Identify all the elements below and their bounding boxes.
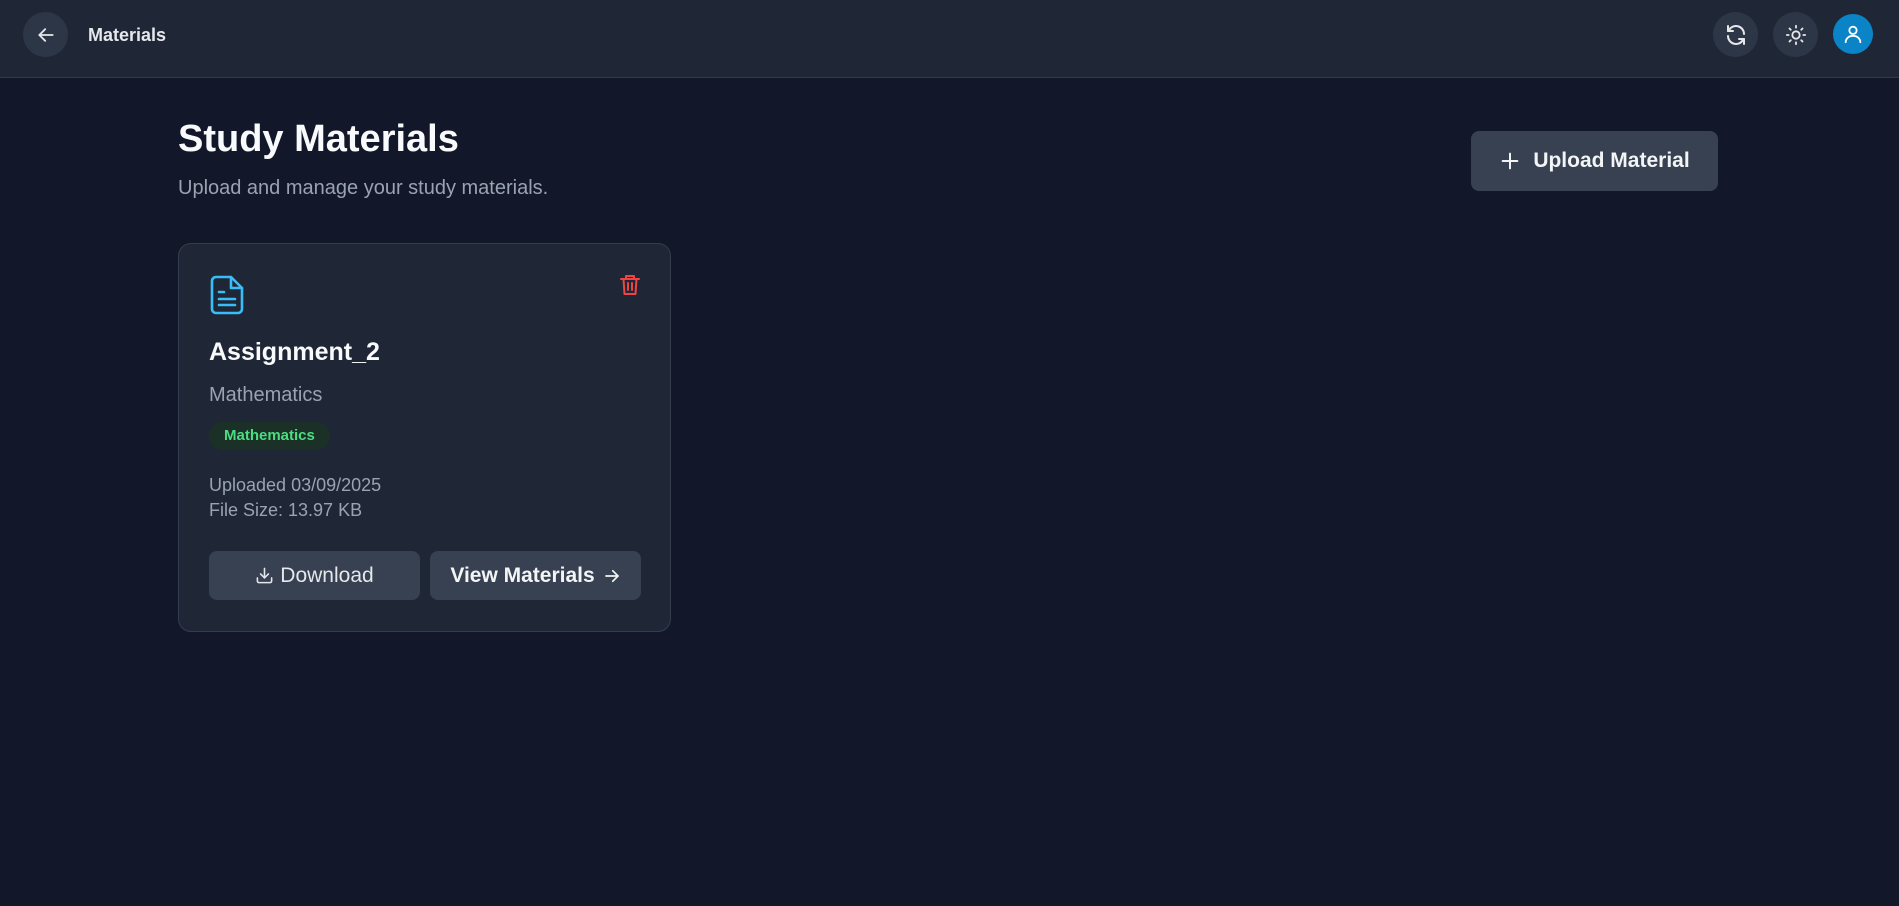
upload-date: Uploaded 03/09/2025 [209,475,382,495]
material-subject: Mathematics [209,384,323,406]
header-title: Materials [88,25,167,45]
back-button[interactable] [23,12,68,57]
user-avatar-button[interactable] [1833,14,1873,54]
download-label: Download [280,563,374,587]
document-icon [210,275,244,315]
plus-icon [1501,152,1519,170]
delete-trash-icon[interactable] [619,273,641,297]
page-subtitle: Upload and manage your study materials. [178,177,549,199]
user-icon [1844,25,1862,44]
upload-material-button[interactable]: Upload Material [1471,131,1718,191]
refresh-button[interactable] [1713,12,1758,57]
arrow-left-icon [37,27,54,42]
subject-tag: Mathematics [209,422,330,450]
material-card: Assignment_2 Mathematics Mathematics Upl… [178,243,671,632]
file-size: File Size: 13.97 KB [209,500,363,520]
upload-material-label: Upload Material [1533,149,1690,172]
view-materials-label: View Materials [450,563,595,587]
download-button[interactable]: Download [209,551,420,600]
refresh-icon [1726,24,1745,45]
theme-toggle-button[interactable] [1773,12,1818,57]
sun-icon [1785,24,1806,45]
material-title: Assignment_2 [209,338,380,366]
arrow-right-icon [604,569,619,582]
view-materials-button[interactable]: View Materials [430,551,641,600]
top-bar: Materials [0,0,1899,78]
download-icon [256,567,273,584]
page-title: Study Materials [178,118,459,160]
